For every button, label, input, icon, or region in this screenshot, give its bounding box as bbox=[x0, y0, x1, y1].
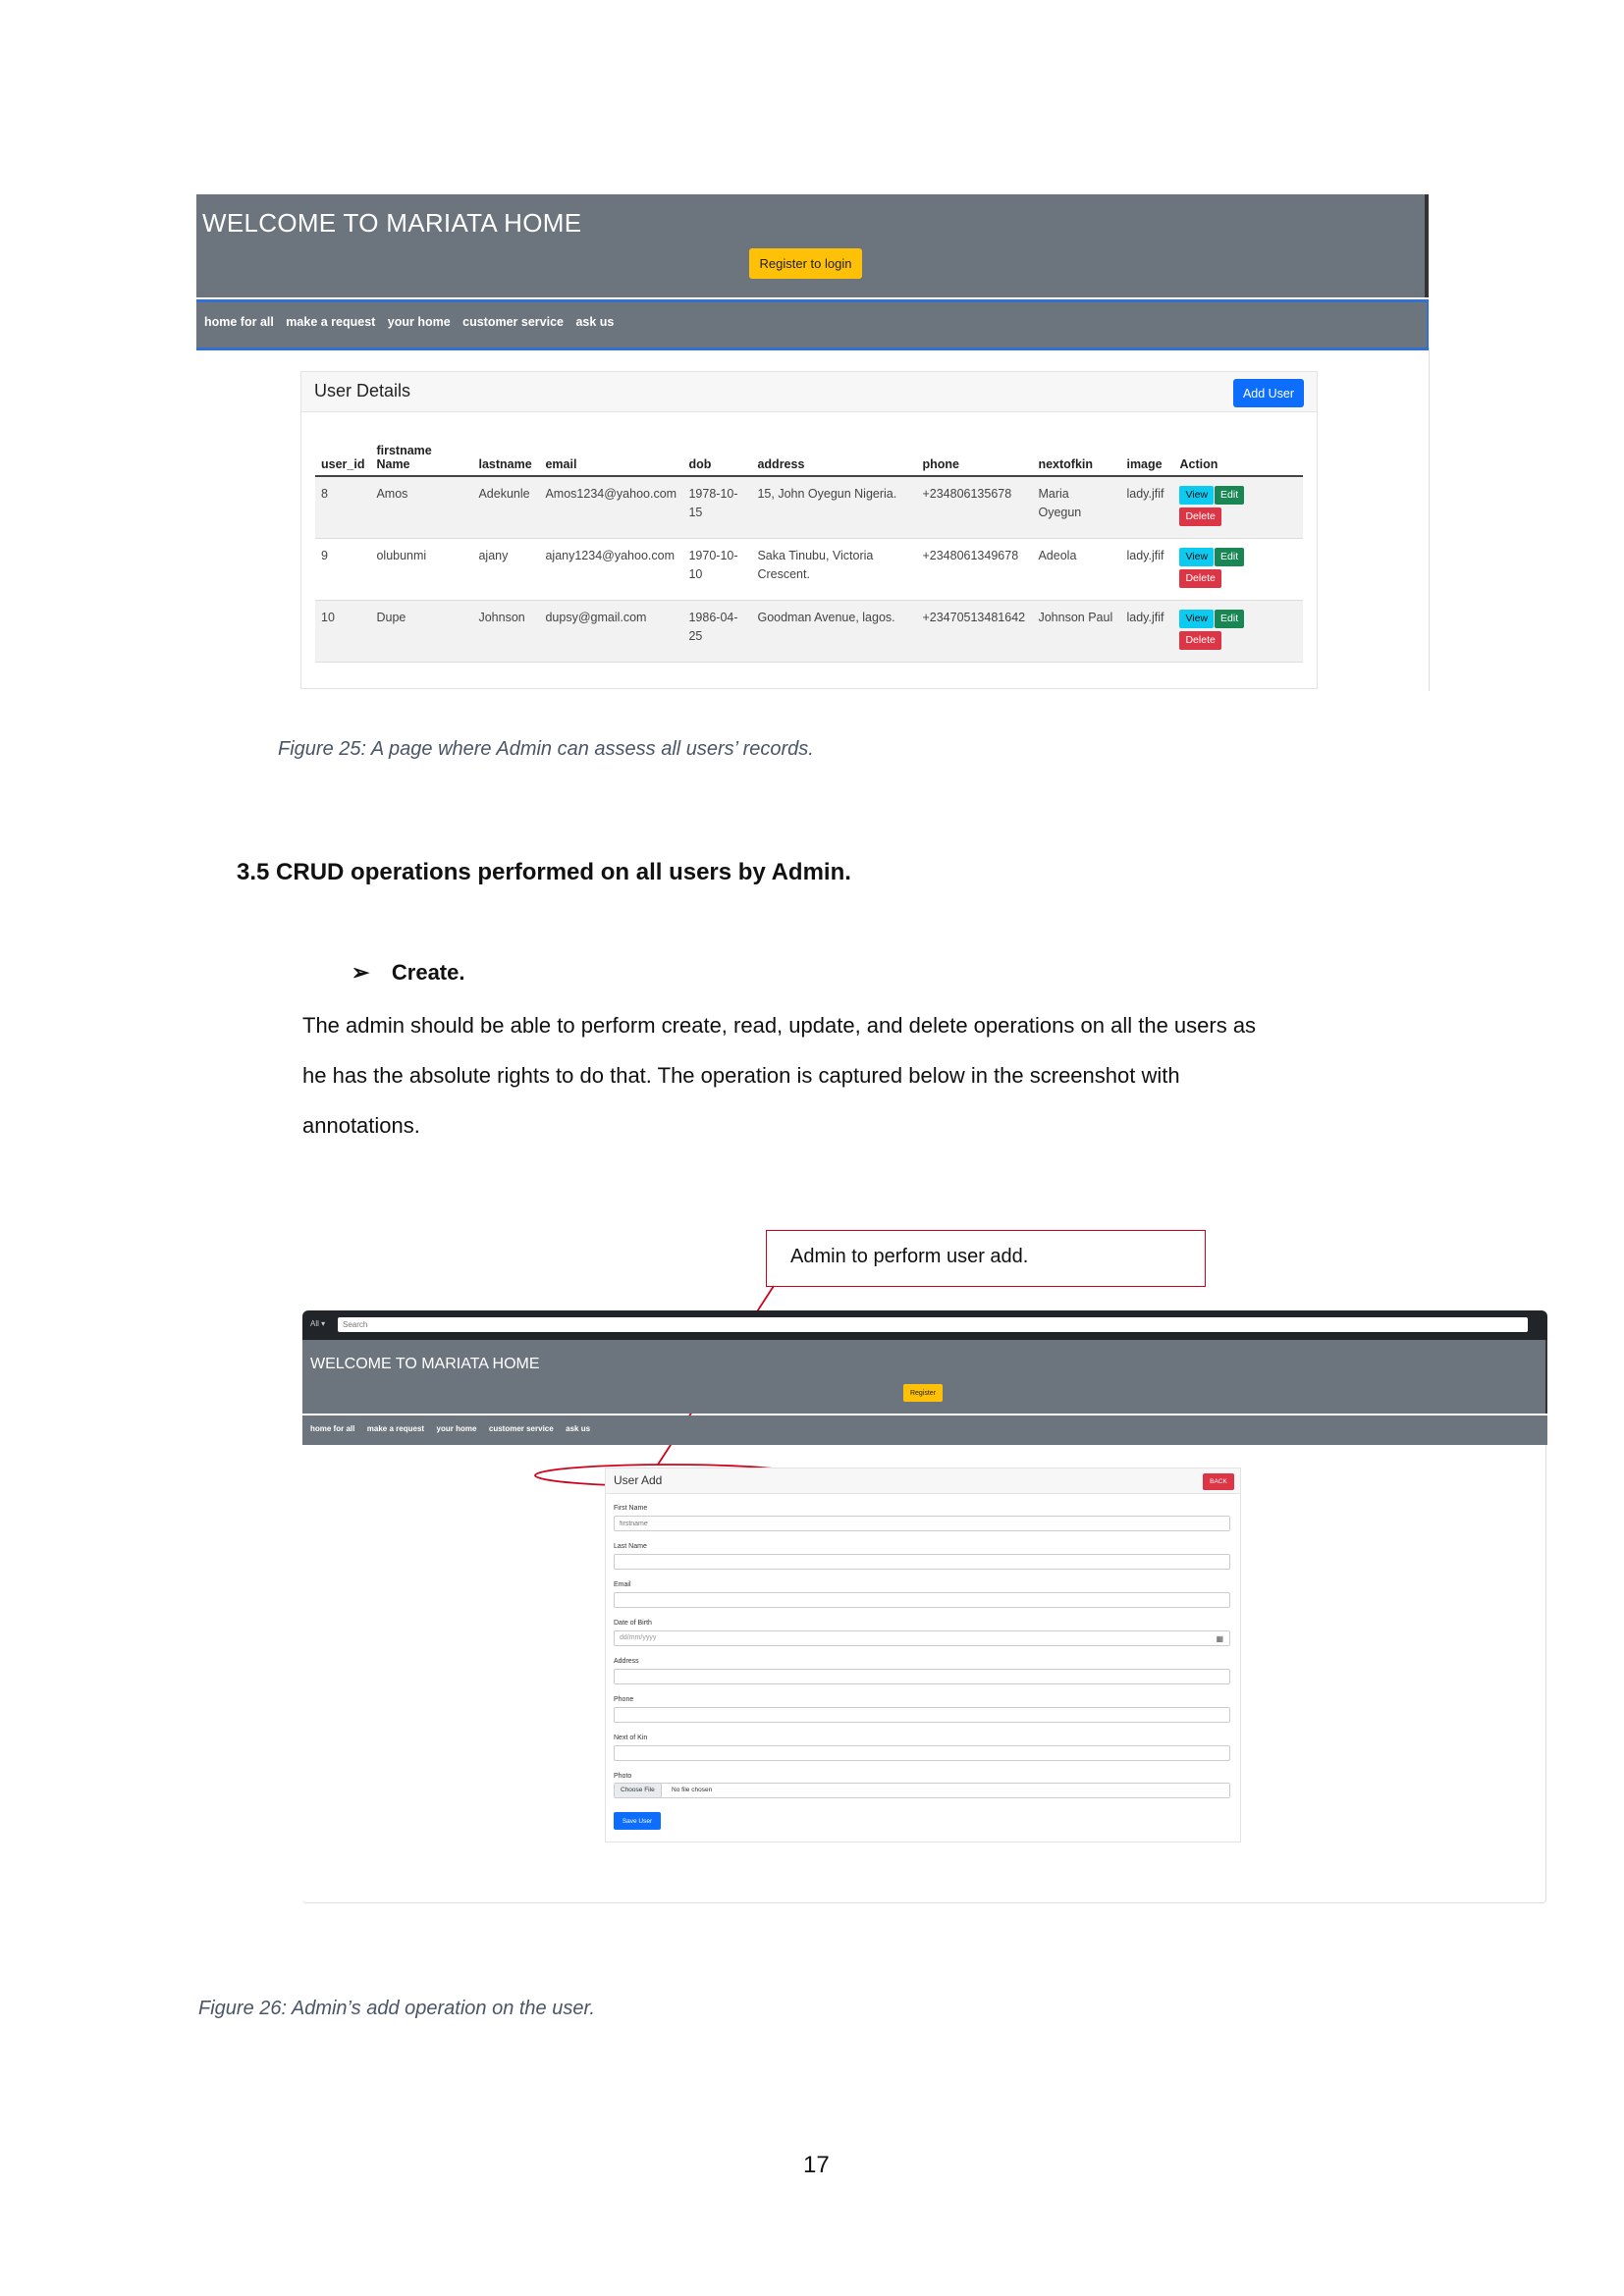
browser-search-bar: All ▾ bbox=[302, 1310, 1547, 1340]
back-button[interactable]: BACK bbox=[1203, 1473, 1234, 1490]
dob-placeholder: dd/mm/yyyy bbox=[620, 1634, 657, 1641]
no-file-text: No file chosen bbox=[672, 1787, 713, 1793]
dob-input[interactable]: dd/mm/yyyy ▦ bbox=[614, 1630, 1230, 1646]
address-label: Address bbox=[614, 1658, 639, 1665]
card-header: User Add BACK bbox=[606, 1468, 1240, 1494]
choose-file-button[interactable]: Choose File bbox=[615, 1784, 662, 1797]
last-name-input[interactable] bbox=[614, 1554, 1230, 1570]
nav-link-ask-us[interactable]: ask us bbox=[566, 1415, 590, 1443]
nav-link-customer-service[interactable]: customer service bbox=[489, 1415, 554, 1443]
search-input[interactable] bbox=[338, 1317, 1528, 1332]
next-of-kin-label: Next of Kin bbox=[614, 1735, 648, 1741]
nav-link-make-a-request[interactable]: make a request bbox=[367, 1415, 424, 1443]
nav-link-your-home[interactable]: your home bbox=[437, 1415, 477, 1443]
annotation-overlay bbox=[534, 1285, 805, 1487]
user-add-card: User Add BACK First Name Last Name Email… bbox=[605, 1468, 1241, 1842]
figure-26-caption: Figure 26: Admin’s add operation on the … bbox=[198, 1998, 595, 2019]
phone-label: Phone bbox=[614, 1696, 634, 1703]
site-nav: home for all make a request your home cu… bbox=[302, 1415, 1547, 1445]
phone-input[interactable] bbox=[614, 1707, 1230, 1723]
user-add-screenshot: All ▾ WELCOME TO MARIATA HOME Register h… bbox=[302, 1310, 1547, 1904]
site-header: WELCOME TO MARIATA HOME Register bbox=[302, 1340, 1547, 1414]
search-scope-dropdown[interactable]: All ▾ bbox=[310, 1319, 325, 1328]
last-name-label: Last Name bbox=[614, 1543, 647, 1550]
email-label: Email bbox=[614, 1581, 631, 1588]
photo-label: Photo bbox=[614, 1773, 632, 1780]
site-title: WELCOME TO MARIATA HOME bbox=[310, 1356, 540, 1372]
card-title: User Add bbox=[614, 1473, 663, 1487]
page-number: 17 bbox=[803, 2152, 830, 2178]
calendar-icon[interactable]: ▦ bbox=[1216, 1634, 1223, 1643]
first-name-input[interactable] bbox=[614, 1516, 1230, 1531]
address-input[interactable] bbox=[614, 1669, 1230, 1684]
first-name-label: First Name bbox=[614, 1505, 648, 1512]
email-input[interactable] bbox=[614, 1592, 1230, 1608]
nav-link-home-for-all[interactable]: home for all bbox=[310, 1415, 354, 1443]
register-button[interactable]: Register bbox=[903, 1384, 943, 1402]
next-of-kin-input[interactable] bbox=[614, 1745, 1230, 1761]
save-user-button[interactable]: Save User bbox=[614, 1812, 661, 1830]
dob-label: Date of Birth bbox=[614, 1620, 652, 1627]
photo-file-input[interactable]: Choose File No file chosen bbox=[614, 1783, 1230, 1798]
